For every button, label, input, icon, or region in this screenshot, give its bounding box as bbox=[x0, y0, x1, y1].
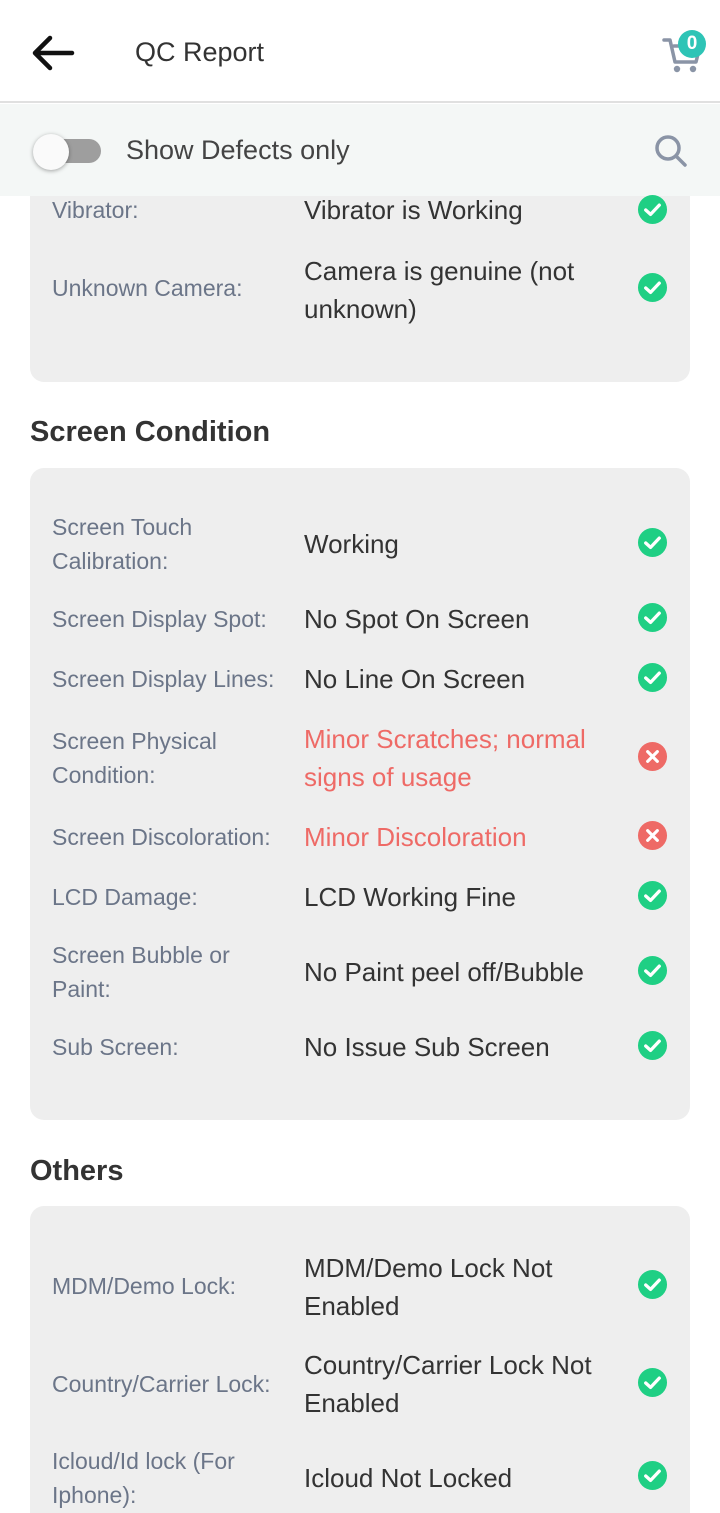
row-label: MDM/Demo Lock: bbox=[52, 1273, 237, 1299]
check-circle-icon bbox=[637, 880, 668, 911]
row-label: Screen Physical Condition: bbox=[52, 728, 217, 788]
row-value: Country/Carrier Lock Not Enabled bbox=[304, 1350, 592, 1418]
row-label: Screen Display Spot: bbox=[52, 606, 267, 632]
check-circle-icon bbox=[637, 527, 668, 558]
row-value: No Spot On Screen bbox=[304, 604, 530, 634]
row-label: Sub Screen: bbox=[52, 1034, 179, 1060]
row-label: Screen Touch Calibration: bbox=[52, 514, 193, 574]
search-button[interactable] bbox=[652, 132, 690, 170]
check-circle-icon bbox=[637, 194, 668, 225]
row-value: LCD Working Fine bbox=[304, 882, 516, 912]
section-title-others: Others bbox=[30, 1155, 124, 1187]
row-value: Working bbox=[304, 529, 399, 559]
check-circle-icon bbox=[637, 1460, 668, 1491]
row-label: Unknown Camera: bbox=[52, 275, 243, 301]
show-defects-label: Show Defects only bbox=[126, 135, 350, 165]
row-label: Icloud/Id lock (For Iphone): bbox=[52, 1448, 235, 1508]
row-value: MDM/Demo Lock Not Enabled bbox=[304, 1253, 553, 1321]
row-value: Icloud Not Locked bbox=[304, 1463, 513, 1493]
app-bar bbox=[0, 0, 720, 103]
row-value: No Paint peel off/Bubble bbox=[304, 957, 584, 987]
check-circle-icon bbox=[637, 662, 668, 693]
toggle-knob bbox=[33, 134, 69, 170]
arrow-left-icon bbox=[32, 35, 75, 71]
row-value-defect: Minor Discoloration bbox=[304, 822, 527, 852]
error-circle-icon bbox=[637, 820, 668, 851]
show-defects-toggle[interactable] bbox=[33, 134, 103, 170]
row-value: Vibrator is Working bbox=[304, 195, 523, 225]
row-value: No Line On Screen bbox=[304, 664, 526, 694]
row-label: Screen Display Lines: bbox=[52, 666, 275, 692]
check-circle-icon bbox=[637, 1030, 668, 1061]
row-value: No Issue Sub Screen bbox=[304, 1032, 550, 1062]
row-label: Screen Discoloration: bbox=[52, 824, 271, 850]
back-button[interactable] bbox=[30, 34, 76, 72]
row-label: LCD Damage: bbox=[52, 884, 198, 910]
row-value-defect: Minor Scratches; normal signs of usage bbox=[304, 724, 586, 792]
check-circle-icon bbox=[637, 602, 668, 633]
search-icon bbox=[655, 135, 687, 167]
row-label: Screen Bubble or Paint: bbox=[52, 942, 230, 1002]
check-circle-icon bbox=[637, 272, 668, 303]
row-label: Country/Carrier Lock: bbox=[52, 1371, 271, 1397]
section-title-screen-condition: Screen Condition bbox=[30, 416, 271, 448]
filter-bar bbox=[0, 104, 720, 196]
error-circle-icon bbox=[637, 741, 668, 772]
check-circle-icon bbox=[637, 1269, 668, 1300]
check-circle-icon bbox=[637, 1367, 668, 1398]
row-label: Vibrator: bbox=[52, 197, 139, 223]
cart-count-badge: 0 bbox=[678, 30, 706, 58]
page-title: QC Report bbox=[135, 37, 265, 67]
check-circle-icon bbox=[637, 955, 668, 986]
row-value: Camera is genuine (not unknown) bbox=[304, 256, 575, 324]
